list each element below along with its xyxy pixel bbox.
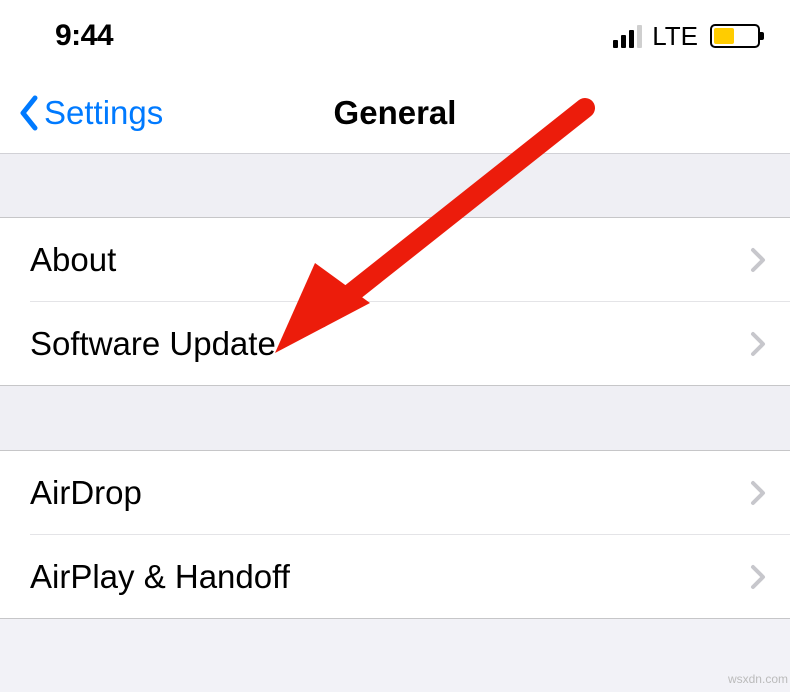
watermark: wsxdn.com xyxy=(728,672,788,686)
row-about[interactable]: About xyxy=(0,217,790,301)
network-label: LTE xyxy=(652,21,698,52)
status-time: 9:44 xyxy=(55,19,113,53)
row-airplay-handoff[interactable]: AirPlay & Handoff xyxy=(0,535,790,619)
row-label: AirPlay & Handoff xyxy=(30,558,290,596)
settings-group: About Software Update xyxy=(0,217,790,386)
cellular-signal-icon xyxy=(613,25,642,48)
row-airdrop[interactable]: AirDrop xyxy=(0,450,790,534)
chevron-right-icon xyxy=(750,247,766,273)
row-label: About xyxy=(30,241,116,279)
chevron-right-icon xyxy=(750,480,766,506)
chevron-right-icon xyxy=(750,564,766,590)
nav-bar: Settings General xyxy=(0,72,790,154)
row-software-update[interactable]: Software Update xyxy=(0,302,790,386)
section-gap xyxy=(0,154,790,217)
settings-group: AirDrop AirPlay & Handoff xyxy=(0,450,790,619)
status-bar: 9:44 LTE xyxy=(0,0,790,72)
section-gap xyxy=(0,386,790,450)
page-title: General xyxy=(334,94,457,132)
chevron-right-icon xyxy=(750,331,766,357)
back-button[interactable]: Settings xyxy=(0,94,163,132)
battery-icon xyxy=(710,24,760,48)
status-right: LTE xyxy=(613,21,760,52)
chevron-left-icon xyxy=(18,95,40,131)
row-label: AirDrop xyxy=(30,474,142,512)
row-label: Software Update xyxy=(30,325,276,363)
back-label: Settings xyxy=(44,94,163,132)
